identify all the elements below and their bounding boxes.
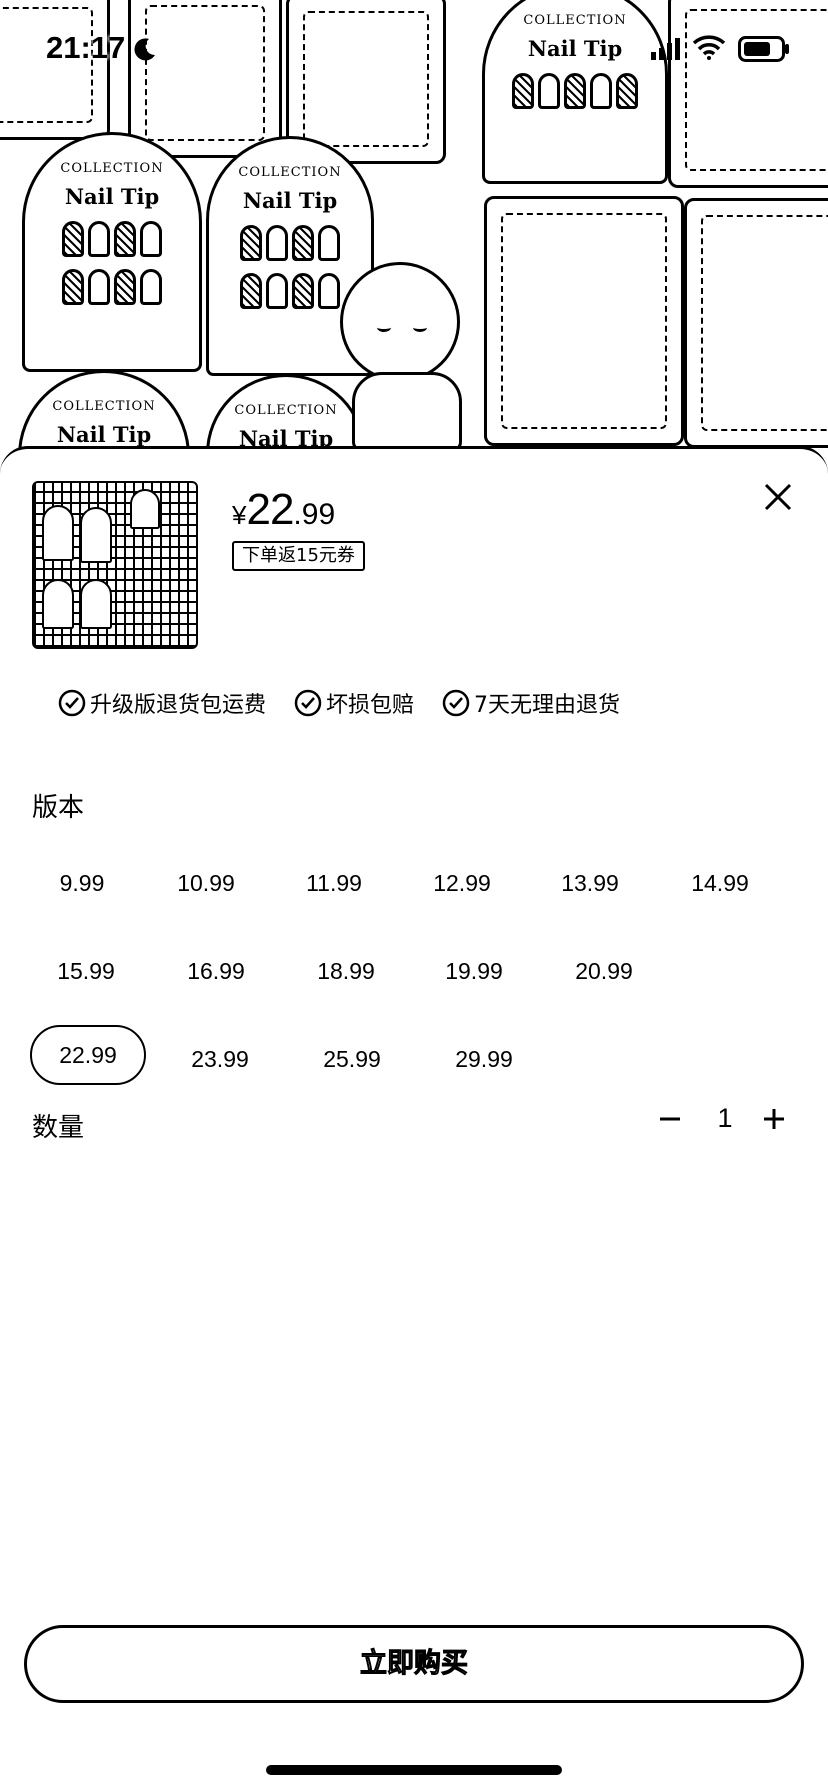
check-circle-icon: [442, 689, 470, 717]
nail-box-card: [484, 196, 684, 446]
price-integer: 22: [246, 485, 294, 534]
price-currency: ¥: [232, 500, 247, 530]
collection-text: COLLECTION: [238, 165, 342, 180]
version-option[interactable]: 25.99: [294, 1029, 410, 1089]
version-option-selected[interactable]: 22.99: [30, 1025, 146, 1085]
nail-tip-card: COLLECTION Nail Tip: [22, 132, 202, 372]
version-option[interactable]: 13.99: [532, 853, 648, 913]
guarantee-label: 坏损包赔: [326, 693, 415, 718]
signal-icon: [651, 38, 680, 60]
buy-now-button[interactable]: 立即购买: [24, 1625, 804, 1703]
check-circle-icon: [294, 689, 322, 717]
version-option[interactable]: 23.99: [162, 1029, 278, 1089]
moon-icon: [134, 38, 155, 61]
nail-tip-title: Nail Tip: [64, 184, 160, 209]
quantity-label: 数量: [32, 1113, 85, 1143]
wifi-icon: [692, 35, 726, 60]
figurine-body: [352, 372, 462, 452]
guarantee-label: 7天无理由退货: [474, 693, 621, 718]
price: ¥ 22 .99: [232, 485, 335, 535]
home-indicator: [266, 1765, 562, 1775]
status-bar: 21:17: [0, 0, 828, 100]
version-option[interactable]: 20.99: [546, 941, 662, 1001]
version-option[interactable]: 10.99: [148, 853, 264, 913]
plus-icon[interactable]: [756, 1101, 792, 1137]
service-guarantees: 升级版退货包运费 坏损包赔 7天无理由退货: [58, 687, 648, 719]
version-option[interactable]: 29.99: [426, 1029, 542, 1089]
collection-text: COLLECTION: [60, 161, 164, 176]
battery-icon: [738, 36, 789, 62]
sku-bottom-sheet: ¥ 22 .99 下单返15元券 升级版退货包运费 坏损包赔 7天无理由退货 版…: [0, 446, 828, 1792]
version-label: 版本: [32, 793, 85, 823]
version-option[interactable]: 14.99: [662, 853, 778, 913]
version-option[interactable]: 12.99: [404, 853, 520, 913]
guarantee-label: 升级版退货包运费: [90, 693, 267, 718]
guarantee-item: 坏损包赔: [294, 687, 414, 719]
version-option[interactable]: 11.99: [276, 853, 392, 913]
version-option[interactable]: 16.99: [158, 941, 274, 1001]
version-option[interactable]: 9.99: [24, 853, 140, 913]
version-option[interactable]: 18.99: [288, 941, 404, 1001]
nail-box-card: [684, 198, 828, 448]
screen: COLLECTION Nail Tip COLLECTION Nail Tip …: [0, 0, 828, 1792]
coupon-badge: 下单返15元券: [232, 541, 365, 571]
nail-tip-title: Nail Tip: [242, 188, 338, 213]
price-decimal: .99: [293, 498, 336, 531]
quantity-value: 1: [717, 1103, 733, 1133]
version-option[interactable]: 19.99: [416, 941, 532, 1001]
guarantee-item: 7天无理由退货: [442, 687, 620, 719]
figurine-head: [340, 262, 460, 382]
nail-tip-title: Nail Tip: [56, 422, 152, 447]
close-icon[interactable]: [758, 477, 798, 517]
guarantee-item: 升级版退货包运费: [58, 687, 266, 719]
status-time: 21:17: [46, 30, 126, 65]
minus-icon[interactable]: [652, 1101, 688, 1137]
collection-text: COLLECTION: [234, 403, 338, 418]
collection-text: COLLECTION: [52, 399, 156, 414]
version-option[interactable]: 15.99: [28, 941, 144, 1001]
product-thumbnail: [32, 481, 198, 649]
check-circle-icon: [58, 689, 86, 717]
